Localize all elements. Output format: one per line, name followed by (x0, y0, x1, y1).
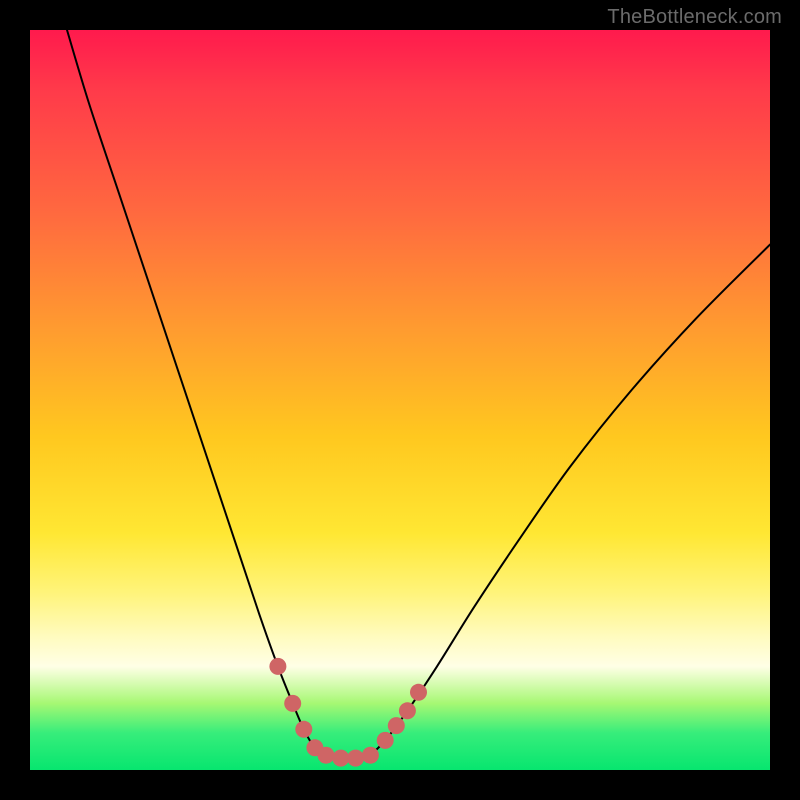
watermark-text: TheBottleneck.com (607, 6, 782, 29)
highlight-marker (377, 732, 394, 749)
curve-left-branch (67, 30, 326, 755)
highlight-marker (399, 702, 416, 719)
curve-svg (30, 30, 770, 770)
highlight-marker (362, 747, 379, 764)
highlight-markers (269, 658, 427, 767)
highlight-marker (332, 750, 349, 767)
highlight-marker (318, 747, 335, 764)
chart-frame: TheBottleneck.com (0, 0, 800, 800)
highlight-marker (410, 684, 427, 701)
highlight-marker (388, 717, 405, 734)
highlight-marker (295, 721, 312, 738)
plot-area (30, 30, 770, 770)
highlight-marker (347, 750, 364, 767)
highlight-marker (284, 695, 301, 712)
curve-right-branch (370, 245, 770, 756)
highlight-marker (269, 658, 286, 675)
